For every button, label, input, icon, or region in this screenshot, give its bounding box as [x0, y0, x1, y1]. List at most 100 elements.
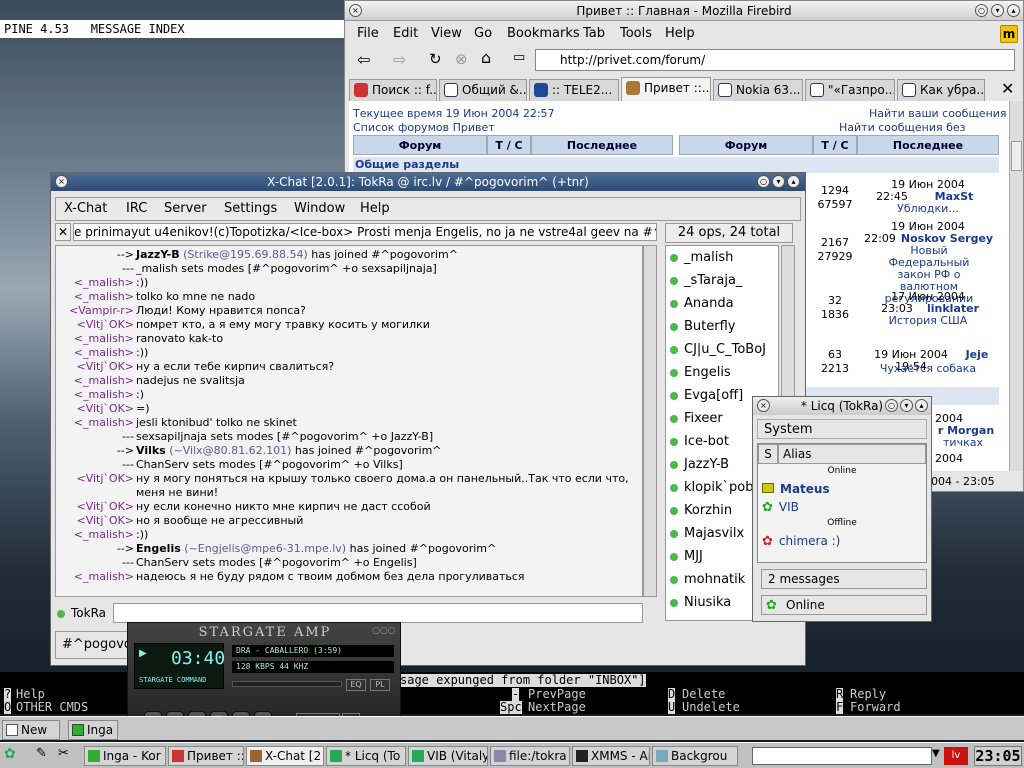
tab-general[interactable]: Общий &...: [439, 79, 527, 101]
minimize-icon[interactable]: ▾: [772, 175, 785, 188]
menu-file[interactable]: File: [357, 26, 379, 41]
col-status[interactable]: S: [758, 444, 778, 464]
contact-chimera[interactable]: ✿ chimera :): [762, 534, 922, 549]
menu-xchat[interactable]: X-Chat: [64, 201, 107, 216]
forum-list-link[interactable]: Список форумов Привет: [353, 121, 495, 134]
task-item[interactable]: * Licq (To: [326, 746, 406, 766]
shade-icon[interactable]: ○: [757, 175, 770, 188]
minimize-icon[interactable]: ▾: [900, 399, 913, 412]
user-item[interactable]: Ice-bot: [670, 432, 729, 452]
user-item[interactable]: Evga[off]: [670, 386, 743, 406]
row4-user[interactable]: Jeje: [955, 349, 999, 361]
task-item[interactable]: Backgrou: [652, 746, 738, 766]
menu-tab[interactable]: Tab: [583, 26, 605, 41]
tab-gazprom[interactable]: "«Газпро...: [805, 79, 895, 101]
topic-input[interactable]: e prinimayut u4enikov!(c)Topotizka/<Ice-…: [73, 223, 657, 241]
eq-button[interactable]: EQ: [346, 679, 366, 691]
stop-icon[interactable]: ⊗: [455, 50, 468, 68]
user-item[interactable]: Fixeer: [670, 409, 723, 429]
user-item[interactable]: Engelis: [670, 363, 731, 383]
menu-edit[interactable]: Edit: [393, 26, 418, 41]
menu-tools[interactable]: Tools: [620, 26, 652, 41]
bookmark-icon[interactable]: ▭: [513, 50, 525, 65]
user-item[interactable]: mohnatik: [670, 570, 745, 590]
launcher-icon[interactable]: ✎: [36, 746, 47, 761]
tab-privet[interactable]: Привет ::...: [621, 77, 711, 101]
key-nextpage[interactable]: Spc: [500, 701, 522, 714]
close-icon[interactable]: ×: [349, 4, 362, 17]
menu-bookmarks[interactable]: Bookmarks: [507, 26, 580, 41]
close-tab-icon[interactable]: ✕: [55, 223, 71, 241]
task-item[interactable]: file:/tokra: [490, 746, 570, 766]
minimize-icon[interactable]: ▾: [991, 4, 1004, 17]
key-undelete[interactable]: U: [668, 701, 676, 714]
menu-window[interactable]: Window: [294, 201, 345, 216]
menu-view[interactable]: View: [431, 26, 462, 41]
menu-irc[interactable]: IRC: [126, 201, 147, 216]
user-item[interactable]: Majasvilx: [670, 524, 744, 544]
start-menu-icon[interactable]: ✿: [4, 746, 16, 762]
firebird-titlebar[interactable]: Привет :: Главная - Mozilla Firebird: [345, 1, 1023, 21]
shade-icon[interactable]: ○: [975, 4, 988, 17]
user-item[interactable]: Korzhin: [670, 501, 732, 521]
user-item[interactable]: klopik`pobe: [670, 478, 761, 498]
menu-settings[interactable]: Settings: [224, 201, 277, 216]
menu-help[interactable]: Help: [360, 201, 390, 216]
tab-how[interactable]: Как убра...: [897, 79, 985, 101]
user-item[interactable]: JazzY-B: [670, 455, 729, 475]
user-item[interactable]: CJ|u_C_ToBoJ: [670, 340, 766, 360]
reload-icon[interactable]: ↻: [429, 50, 442, 68]
user-item[interactable]: Buterfly: [670, 317, 735, 337]
new-button[interactable]: New: [2, 720, 60, 740]
launcher2-icon[interactable]: ✂: [58, 746, 69, 761]
row4-subject[interactable]: Чухается собака: [857, 363, 999, 375]
user-item[interactable]: Ananda: [670, 294, 734, 314]
task-item[interactable]: XMMS - Ar: [572, 746, 650, 766]
user-item[interactable]: _sTaraja_: [670, 271, 742, 291]
maximize-icon[interactable]: ▴: [787, 175, 800, 188]
status-button[interactable]: ✿ Online: [761, 595, 927, 615]
maximize-icon[interactable]: ▴: [915, 399, 928, 412]
close-icon[interactable]: ×: [757, 399, 770, 412]
col-alias[interactable]: Alias: [778, 444, 926, 464]
task-item[interactable]: VIB (Vitaly: [408, 746, 488, 766]
back-icon[interactable]: ⇦: [357, 50, 370, 69]
key-other[interactable]: O: [4, 701, 12, 714]
menu-go[interactable]: Go: [474, 26, 492, 41]
user-item[interactable]: MJJ: [670, 547, 703, 567]
user-item[interactable]: Niusika: [670, 593, 731, 613]
url-input[interactable]: http://privet.com/forum/: [535, 49, 1015, 71]
close-tab-icon[interactable]: ✕: [1001, 79, 1014, 98]
seek-bar[interactable]: [232, 681, 342, 687]
run-input[interactable]: [752, 747, 932, 765]
task-item[interactable]: Привет ::: [168, 746, 244, 766]
dropdown-icon[interactable]: ▼: [932, 748, 940, 759]
contact-mateus[interactable]: Mateus: [762, 482, 922, 496]
window-controls-icon[interactable]: ○○○: [372, 626, 396, 636]
nick-button[interactable]: TokRa: [57, 605, 113, 621]
key-forward[interactable]: F: [836, 701, 844, 714]
contact-vib[interactable]: ✿ VIB: [762, 500, 922, 515]
time-display[interactable]: ▶ 03:40 STARGATE COMMAND: [134, 643, 225, 689]
tab-nokia[interactable]: Nokia 63...: [713, 79, 803, 101]
home-icon[interactable]: ⌂: [481, 48, 491, 67]
message-input[interactable]: [113, 603, 643, 623]
maximize-icon[interactable]: ▴: [1007, 4, 1020, 17]
row3-subject[interactable]: История США: [857, 315, 999, 327]
chat-scrollbar[interactable]: [643, 245, 657, 597]
menu-server[interactable]: Server: [164, 201, 207, 216]
row1-subject[interactable]: Ублюдки...: [857, 203, 999, 215]
inga-button[interactable]: Inga: [68, 720, 118, 740]
tab-tele2[interactable]: :: TELE2...: [529, 79, 619, 101]
close-icon[interactable]: ×: [55, 175, 68, 188]
page-scrollbar[interactable]: [1009, 101, 1023, 471]
task-item[interactable]: X-Chat [2: [246, 746, 324, 766]
messages-button[interactable]: 2 messages: [761, 569, 927, 589]
player-title[interactable]: STARGATE AMP: [128, 625, 402, 641]
xchat-titlebar[interactable]: X-Chat [2.0.1]: TokRa @ irc.lv / #^pogov…: [51, 173, 805, 191]
keyboard-layout[interactable]: lv: [944, 747, 968, 765]
tab-search[interactable]: Поиск :: f...: [349, 79, 437, 101]
shade-icon[interactable]: ○: [885, 399, 898, 412]
task-item[interactable]: Inga - Kor: [84, 746, 166, 766]
pl-button[interactable]: PL: [370, 679, 390, 691]
